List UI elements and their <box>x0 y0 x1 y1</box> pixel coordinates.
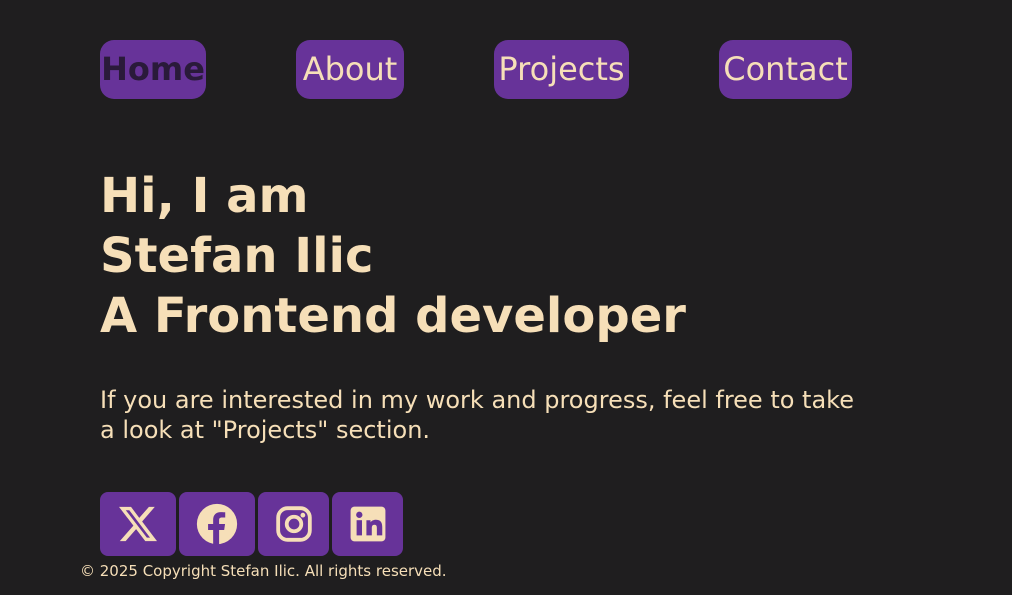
linkedin-icon <box>350 506 385 542</box>
main-nav: Home About Projects Contact <box>0 40 1012 99</box>
footer-copyright: © 2025 Copyright Stefan Ilic. All rights… <box>80 562 447 580</box>
nav-home[interactable]: Home <box>100 40 206 99</box>
nav-contact[interactable]: Contact <box>719 40 852 99</box>
hero-name: Stefan Ilic <box>100 228 374 284</box>
facebook-icon <box>196 503 238 545</box>
facebook-link[interactable] <box>179 492 255 556</box>
nav-projects[interactable]: Projects <box>494 40 629 99</box>
nav-about[interactable]: About <box>296 40 404 99</box>
linkedin-link[interactable] <box>332 492 403 556</box>
x-icon <box>119 506 157 542</box>
x-link[interactable] <box>100 492 176 556</box>
hero-greeting: Hi, I am <box>100 168 309 224</box>
hero-heading: Hi, I am Stefan Ilic A Frontend develope… <box>100 166 686 346</box>
hero-role: A Frontend developer <box>100 288 686 344</box>
intro-text: If you are interested in my work and pro… <box>100 386 854 444</box>
instagram-icon <box>275 506 312 542</box>
instagram-link[interactable] <box>258 492 329 556</box>
